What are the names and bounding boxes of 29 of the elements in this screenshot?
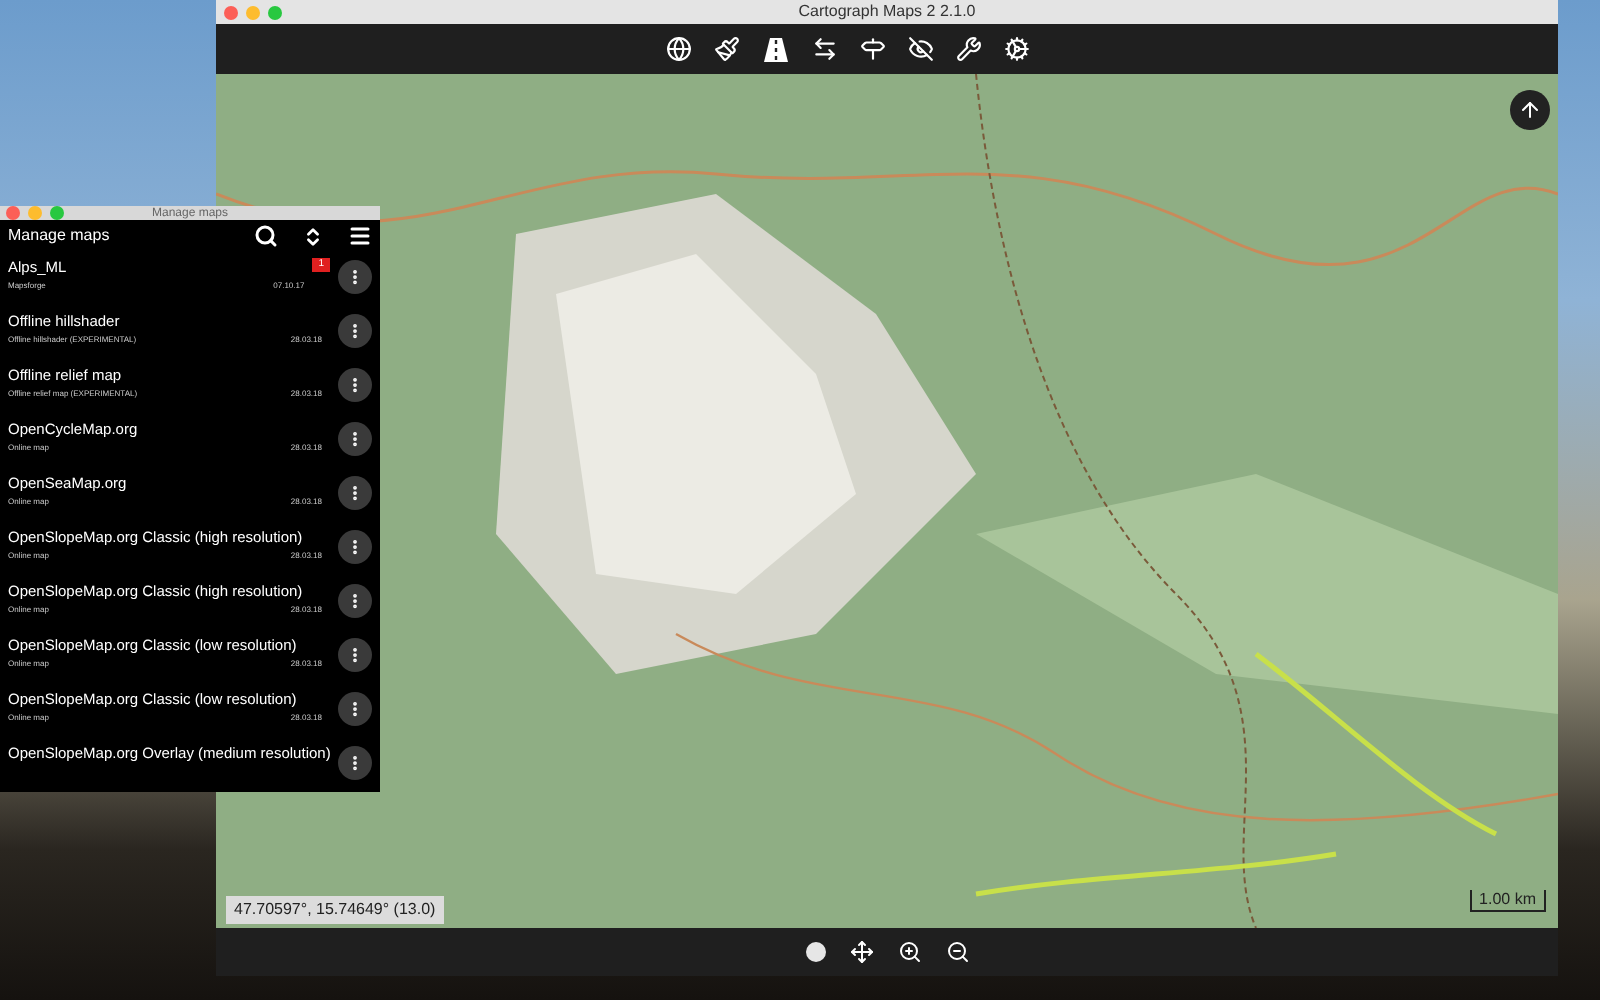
more-options-button[interactable] (338, 314, 372, 348)
wrench-icon[interactable] (955, 36, 981, 62)
search-icon[interactable] (254, 224, 278, 248)
window-title: Cartograph Maps 2 2.1.0 (798, 0, 976, 24)
coordinates-label: 47.70597°, 15.74649° (13.0) (226, 896, 444, 924)
more-options-button[interactable] (338, 746, 372, 780)
eye-off-icon[interactable] (907, 36, 933, 62)
brush-icon[interactable] (713, 36, 739, 62)
settings-icon[interactable] (1003, 36, 1029, 62)
zoom-in-icon[interactable] (897, 940, 921, 964)
signpost-icon[interactable] (859, 36, 885, 62)
sort-icon[interactable] (302, 225, 324, 247)
more-options-button[interactable] (338, 692, 372, 726)
globe-icon[interactable] (665, 36, 691, 62)
scale-bar: 1.00 km (1469, 890, 1546, 912)
more-options-button[interactable] (338, 260, 372, 294)
zoom-out-icon[interactable] (945, 940, 969, 964)
more-options-button[interactable] (338, 476, 372, 510)
more-options-button[interactable] (338, 638, 372, 672)
pan-icon[interactable] (849, 940, 873, 964)
panel-heading: Manage maps (8, 224, 112, 248)
measure-icon[interactable] (811, 36, 837, 62)
more-options-button[interactable] (338, 422, 372, 456)
more-options-button[interactable] (338, 584, 372, 618)
arrow-up-icon (1518, 98, 1542, 122)
more-options-button[interactable] (338, 530, 372, 564)
menu-icon[interactable] (348, 224, 372, 248)
more-options-button[interactable] (338, 368, 372, 402)
road-icon[interactable] (761, 35, 789, 63)
